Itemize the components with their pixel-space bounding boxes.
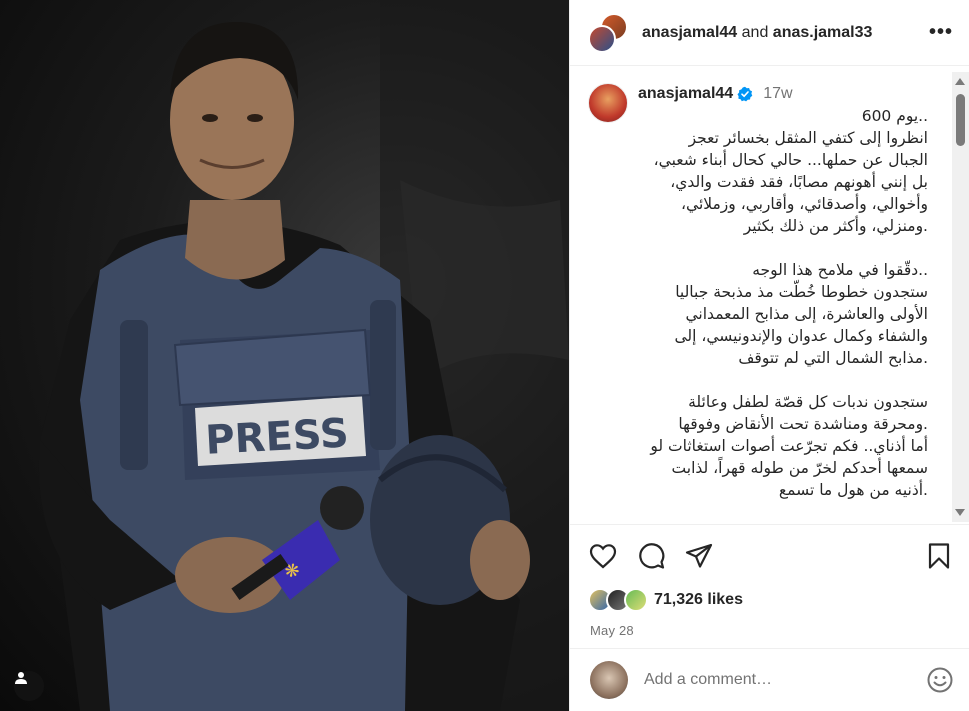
post-date[interactable]: May 28 bbox=[570, 613, 969, 638]
caption-line: وأخوالي، وأصدقائي، وأقاربي، وزملائي، bbox=[681, 195, 928, 213]
scrollbar-thumb[interactable] bbox=[956, 94, 965, 146]
caption-line: ..يوم 600 bbox=[861, 107, 928, 125]
caption-line: ..دقّقوا في ملامح هذا الوجه bbox=[752, 261, 928, 279]
verified-badge-icon bbox=[737, 86, 753, 102]
share-button[interactable] bbox=[684, 541, 714, 571]
save-button[interactable] bbox=[924, 541, 954, 571]
likes-row: 71,326 likes bbox=[570, 587, 969, 613]
action-bar bbox=[570, 525, 969, 587]
post-image[interactable]: PRESS ❋ bbox=[0, 0, 569, 711]
scroll-down-arrow-icon[interactable] bbox=[955, 509, 965, 516]
caption-paragraph: ستجدون ندبات كل قصّة لطفل وعائلة .ومحرقة … bbox=[638, 391, 928, 501]
caption-line: أما أذناي.. فكم تجرّعت أصوات استغاثات لو bbox=[650, 437, 928, 455]
caption: anasjamal44 17w ..يوم 600 انظروا إلى كتفي… bbox=[570, 69, 969, 524]
caption-line: سمعها أحدكم لخرّ من طوله قهراً، لذابت bbox=[671, 459, 928, 477]
press-photo-illustration: PRESS ❋ bbox=[38, 0, 569, 711]
smiley-icon[interactable] bbox=[926, 666, 954, 694]
avatar bbox=[624, 588, 648, 612]
caption-line: والشفاء وكمال عدوان والإندونيسي، إلى bbox=[674, 327, 928, 345]
post-sidebar: anasjamal44 and anas.jamal33 ••• anasjam… bbox=[569, 0, 969, 711]
caption-line: .أذنيه من هول ما تسمع bbox=[778, 481, 928, 499]
avatar[interactable] bbox=[588, 24, 616, 53]
collab-usernames: anasjamal44 and anas.jamal33 bbox=[642, 24, 929, 42]
caption-line: الجبال عن حملها... حالي كحال أبناء شعبي، bbox=[653, 151, 928, 169]
collab-avatars[interactable] bbox=[588, 12, 628, 53]
caption-line: ستجدون خطوطا خُطّت مذ مذبحة جباليا bbox=[675, 283, 928, 301]
tagged-users-button[interactable] bbox=[14, 671, 44, 701]
heart-icon bbox=[589, 544, 617, 569]
paper-plane-icon bbox=[685, 543, 713, 568]
more-options-button[interactable]: ••• bbox=[929, 21, 953, 44]
caption-scrollbar[interactable] bbox=[952, 72, 969, 522]
caption-line: .ومحرقة ومناشدة تحت الأنقاض وفوقها bbox=[678, 415, 928, 433]
caption-line: ستجدون ندبات كل قصّة لطفل وعائلة bbox=[688, 393, 928, 411]
username-link[interactable]: anasjamal44 bbox=[642, 24, 737, 41]
caption-line: بل إنني أهونهم مصابًا، فقد فقدت والدي، bbox=[670, 173, 928, 191]
person-icon bbox=[15, 672, 27, 684]
caption-line: الأولى والعاشرة، إلى مذابح المعمداني bbox=[685, 305, 928, 323]
caption-text: ..يوم 600 انظروا إلى كتفي المثقل بخسائر ت… bbox=[638, 105, 928, 524]
caption-line: .ومنزلي، وأكثر من ذلك بكثير bbox=[743, 217, 928, 235]
and-text: and bbox=[741, 23, 769, 41]
caption-username[interactable]: anasjamal44 bbox=[638, 85, 733, 103]
bookmark-icon bbox=[928, 543, 950, 569]
caption-body: anasjamal44 17w ..يوم 600 انظروا إلى كتفي… bbox=[638, 83, 940, 524]
avatar bbox=[590, 661, 628, 699]
comment-input[interactable] bbox=[644, 671, 926, 689]
comment-icon bbox=[639, 543, 665, 569]
more-horizontal-icon: ••• bbox=[928, 21, 953, 43]
like-button[interactable] bbox=[588, 541, 618, 571]
post-time[interactable]: 17w bbox=[763, 85, 792, 103]
liker-avatars[interactable] bbox=[588, 587, 650, 613]
likes-count[interactable]: 71,326 likes bbox=[654, 591, 743, 609]
caption-paragraph: ..دقّقوا في ملامح هذا الوجه ستجدون خطوطا … bbox=[638, 259, 928, 369]
caption-line: .مذابح الشمال التي لم تتوقف bbox=[738, 349, 928, 367]
caption-line: انظروا إلى كتفي المثقل بخسائر تعجز bbox=[688, 129, 928, 147]
post-header: anasjamal44 and anas.jamal33 ••• bbox=[570, 0, 969, 66]
avatar[interactable] bbox=[588, 83, 628, 123]
username-link[interactable]: anas.jamal33 bbox=[773, 24, 873, 41]
press-label: PRESS bbox=[204, 410, 349, 463]
comment-composer bbox=[570, 648, 969, 711]
post-actions-section: 71,326 likes May 28 bbox=[570, 524, 969, 638]
caption-scroll-area[interactable]: anasjamal44 17w ..يوم 600 انظروا إلى كتفي… bbox=[570, 69, 969, 524]
caption-paragraph: ..يوم 600 انظروا إلى كتفي المثقل بخسائر ت… bbox=[638, 105, 928, 237]
scroll-up-arrow-icon[interactable] bbox=[955, 78, 965, 85]
caption-header: anasjamal44 17w bbox=[638, 83, 940, 105]
comment-button[interactable] bbox=[636, 541, 666, 571]
